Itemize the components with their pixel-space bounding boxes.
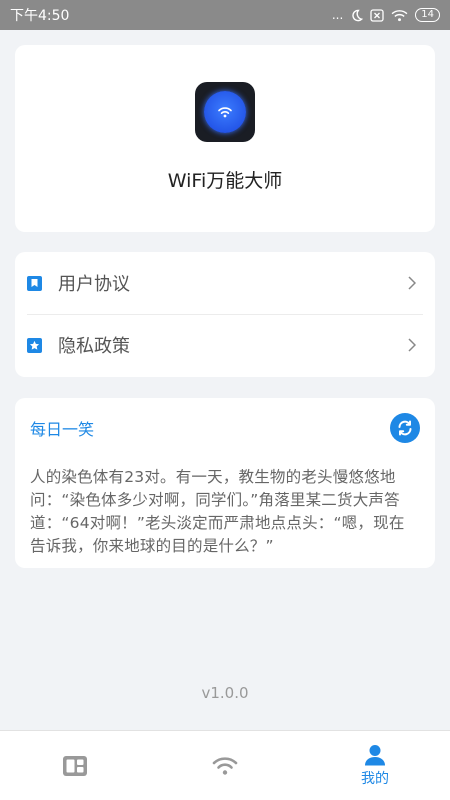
- more-dots-icon: ...: [331, 8, 344, 22]
- menu-item-label: 隐私政策: [58, 336, 130, 357]
- tab-label: 我的: [361, 770, 389, 787]
- wifi-app-icon: [195, 82, 255, 142]
- app-name: WiFi万能大师: [167, 170, 283, 192]
- wifi-icon: [212, 756, 238, 775]
- joke-text: 人的染色体有23对。有一天，教生物的老头慢悠悠地问：“染色体多少对啊，同学们。”…: [30, 468, 405, 555]
- wifi-status-icon: [391, 9, 408, 21]
- menu-item-user-agreement[interactable]: 用户协议: [15, 252, 435, 314]
- status-time: 下午4:50: [10, 8, 70, 24]
- moon-icon: [352, 9, 364, 21]
- daily-joke-card: 每日一笑 人的染色体有23对。有一天，教生物的老头慢悠悠地问：“染色体多少对啊，…: [15, 398, 435, 568]
- bookmark-icon: [27, 275, 42, 291]
- star-icon: [27, 337, 42, 353]
- tab-wifi[interactable]: [150, 731, 300, 800]
- refresh-button[interactable]: [390, 413, 420, 443]
- user-icon: [365, 744, 385, 765]
- status-bar: 下午4:50 ... 14: [0, 0, 450, 30]
- chevron-right-icon: [405, 338, 419, 352]
- chevron-right-icon: [405, 276, 419, 290]
- menu-item-label: 用户协议: [58, 274, 130, 295]
- menu-item-privacy-policy[interactable]: 隐私政策: [15, 314, 435, 376]
- tab-dashboard[interactable]: [0, 731, 150, 800]
- sim-off-icon: [370, 8, 384, 22]
- joke-title: 每日一笑: [30, 420, 95, 439]
- status-icons: ... 14: [332, 8, 440, 22]
- battery-indicator: 14: [415, 8, 440, 22]
- joke-header: 每日一笑: [30, 398, 420, 458]
- refresh-icon: [398, 420, 412, 436]
- settings-menu: 用户协议 隐私政策: [15, 252, 435, 377]
- app-header-card: WiFi万能大师: [15, 45, 435, 232]
- bottom-navigation: 我的: [0, 730, 450, 800]
- version-label: v1.0.0: [201, 684, 249, 702]
- tab-mine[interactable]: 我的: [300, 731, 450, 800]
- dashboard-icon: [63, 755, 87, 776]
